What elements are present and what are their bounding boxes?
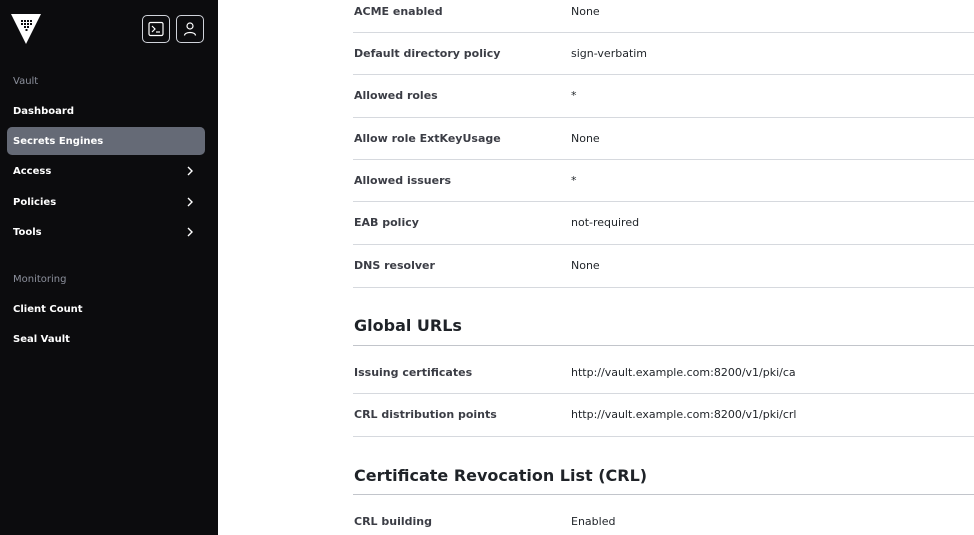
sidebar-item-label: Seal Vault xyxy=(13,333,70,345)
row-label: Issuing certificates xyxy=(354,366,473,379)
info-row-dns-resolver: DNS resolver None xyxy=(353,245,974,288)
row-label: Default directory policy xyxy=(354,47,501,60)
row-label: Allow role ExtKeyUsage xyxy=(354,132,501,145)
row-value: None xyxy=(571,5,600,18)
sidebar-heading-monitoring: Monitoring xyxy=(13,274,67,285)
sidebar: Vault Dashboard Secrets Engines Access P… xyxy=(0,0,218,535)
row-label: Allowed issuers xyxy=(354,174,452,187)
divider xyxy=(353,345,974,346)
section-title-global-urls: Global URLs xyxy=(354,316,462,335)
sidebar-heading-vault: Vault xyxy=(13,76,39,87)
info-row-crl-distribution-points: CRL distribution points http://vault.exa… xyxy=(353,394,974,437)
info-row-allow-role-extkeyusage: Allow role ExtKeyUsage None xyxy=(353,118,974,160)
sidebar-item-seal-vault[interactable]: Seal Vault xyxy=(7,325,205,353)
sidebar-item-policies[interactable]: Policies xyxy=(7,188,205,216)
divider xyxy=(353,494,974,495)
sidebar-item-label: Dashboard xyxy=(13,105,74,117)
console-button[interactable] xyxy=(142,15,170,43)
sidebar-item-label: Tools xyxy=(13,226,42,238)
row-value: http://vault.example.com:8200/v1/pki/ca xyxy=(571,366,796,379)
main-content: ACME enabled None Default directory poli… xyxy=(218,0,974,535)
row-value: * xyxy=(571,174,577,187)
info-row-allowed-issuers: Allowed issuers * xyxy=(353,160,974,202)
row-value: sign-verbatim xyxy=(571,47,648,60)
info-row-allowed-roles: Allowed roles * xyxy=(353,75,974,118)
info-row-default-directory-policy: Default directory policy sign-verbatim xyxy=(353,33,974,75)
sidebar-item-secrets-engines[interactable]: Secrets Engines xyxy=(7,127,205,155)
info-row-eab-policy: EAB policy not-required xyxy=(353,202,974,245)
row-label: EAB policy xyxy=(354,216,419,229)
sidebar-item-label: Access xyxy=(13,165,52,177)
info-row-crl-building: CRL building Enabled xyxy=(353,501,974,535)
sidebar-item-label: Policies xyxy=(13,196,57,208)
sidebar-item-client-count[interactable]: Client Count xyxy=(7,295,205,323)
row-value: None xyxy=(571,259,600,272)
user-menu-button[interactable] xyxy=(176,15,204,43)
row-value: * xyxy=(571,89,577,102)
row-label: CRL building xyxy=(354,515,432,528)
sidebar-item-label: Client Count xyxy=(13,303,83,315)
terminal-icon xyxy=(148,21,164,37)
row-value: http://vault.example.com:8200/v1/pki/crl xyxy=(571,408,797,421)
sidebar-item-dashboard[interactable]: Dashboard xyxy=(7,97,205,125)
sidebar-item-access[interactable]: Access xyxy=(7,157,205,185)
vault-logo-icon[interactable] xyxy=(11,14,41,44)
sidebar-item-label: Secrets Engines xyxy=(13,135,104,147)
row-label: DNS resolver xyxy=(354,259,435,272)
section-title-crl: Certificate Revocation List (CRL) xyxy=(354,466,648,485)
user-icon xyxy=(183,22,197,36)
info-row-acme-enabled: ACME enabled None xyxy=(353,0,974,33)
chevron-right-icon xyxy=(187,227,193,237)
row-label: CRL distribution points xyxy=(354,408,497,421)
row-value: Enabled xyxy=(571,515,616,528)
row-value: not-required xyxy=(571,216,640,229)
row-value: None xyxy=(571,132,600,145)
info-row-issuing-certificates: Issuing certificates http://vault.exampl… xyxy=(353,352,974,394)
row-label: ACME enabled xyxy=(354,5,443,18)
chevron-right-icon xyxy=(187,166,193,176)
sidebar-item-tools[interactable]: Tools xyxy=(7,218,205,246)
row-label: Allowed roles xyxy=(354,89,438,102)
chevron-right-icon xyxy=(187,197,193,207)
